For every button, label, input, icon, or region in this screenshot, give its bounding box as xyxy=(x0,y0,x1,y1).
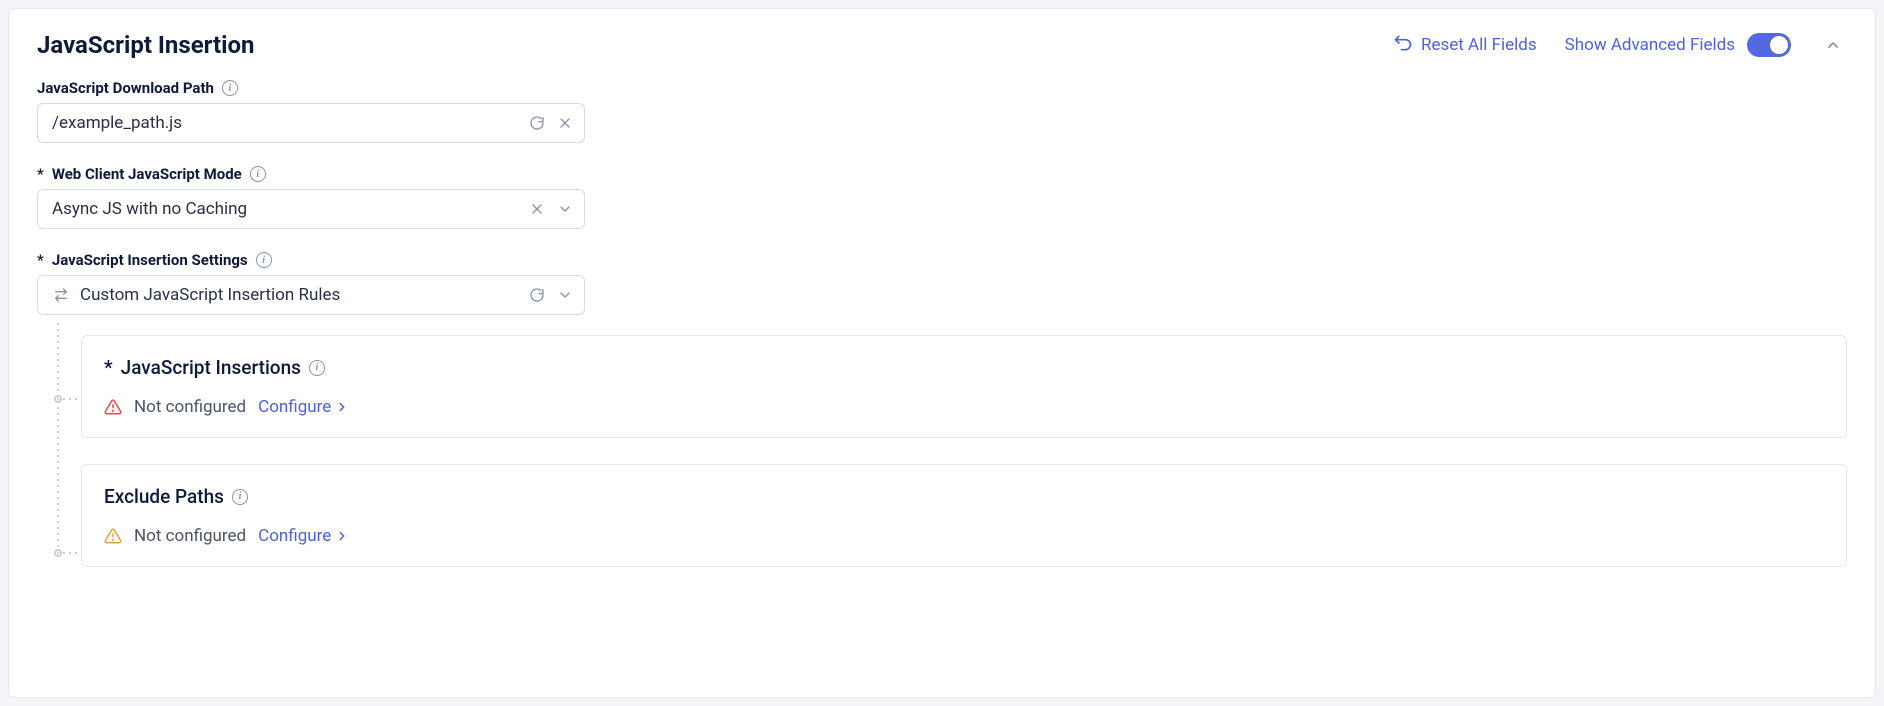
download-path-input[interactable]: /example_path.js xyxy=(37,103,585,143)
refresh-icon[interactable] xyxy=(528,114,546,132)
info-icon[interactable]: i xyxy=(222,80,238,96)
js-mode-select[interactable]: Async JS with no Caching xyxy=(37,189,585,229)
settings-tree: * JavaScript Insertions i Not configured… xyxy=(37,335,1847,567)
js-insertion-panel: JavaScript Insertion Reset All Fields Sh… xyxy=(8,8,1876,698)
card-title-row: * JavaScript Insertions i xyxy=(104,356,1824,379)
info-icon[interactable]: i xyxy=(309,360,325,376)
reset-label: Reset All Fields xyxy=(1421,35,1537,55)
refresh-icon[interactable] xyxy=(528,286,546,304)
advanced-fields-toggle[interactable] xyxy=(1747,33,1791,57)
field-insertion-settings: * JavaScript Insertion Settings i Custom… xyxy=(37,251,585,315)
field-label: Web Client JavaScript Mode xyxy=(52,165,242,183)
status-row: Not configured Configure xyxy=(104,526,1824,546)
field-label: JavaScript Download Path xyxy=(37,79,214,97)
insertion-settings-select[interactable]: Custom JavaScript Insertion Rules xyxy=(37,275,585,315)
chevron-down-icon[interactable] xyxy=(556,286,574,304)
field-label: JavaScript Insertion Settings xyxy=(52,251,248,269)
field-js-mode: * Web Client JavaScript Mode i Async JS … xyxy=(37,165,585,229)
header-actions: Reset All Fields Show Advanced Fields xyxy=(1393,31,1847,59)
form-column: JavaScript Download Path i /example_path… xyxy=(37,79,585,315)
required-marker: * xyxy=(37,251,44,269)
required-marker: * xyxy=(37,165,44,183)
configure-exclude-link[interactable]: Configure xyxy=(258,526,349,546)
card-title: JavaScript Insertions xyxy=(121,356,301,379)
tree-branch xyxy=(57,398,81,400)
status-text: Not configured xyxy=(134,526,246,546)
input-icons xyxy=(528,200,574,218)
chevron-up-icon xyxy=(1825,37,1841,53)
card-title: Exclude Paths xyxy=(104,485,224,508)
alert-triangle-icon xyxy=(104,398,122,416)
info-icon[interactable]: i xyxy=(250,166,266,182)
collapse-panel-button[interactable] xyxy=(1819,31,1847,59)
panel-header: JavaScript Insertion Reset All Fields Sh… xyxy=(37,31,1847,59)
field-label-row: JavaScript Download Path i xyxy=(37,79,585,97)
toggle-knob xyxy=(1770,36,1788,54)
card-js-insertions: * JavaScript Insertions i Not configured… xyxy=(81,335,1847,438)
status-text: Not configured xyxy=(134,397,246,417)
input-value: /example_path.js xyxy=(52,113,528,133)
chevron-right-icon xyxy=(335,529,349,543)
configure-label: Configure xyxy=(258,526,331,546)
clear-icon[interactable] xyxy=(528,200,546,218)
info-icon[interactable]: i xyxy=(232,489,248,505)
field-download-path: JavaScript Download Path i /example_path… xyxy=(37,79,585,143)
field-label-row: * Web Client JavaScript Mode i xyxy=(37,165,585,183)
chevron-right-icon xyxy=(335,400,349,414)
reset-all-fields-button[interactable]: Reset All Fields xyxy=(1393,33,1537,58)
tree-line xyxy=(57,323,59,553)
field-label-row: * JavaScript Insertion Settings i xyxy=(37,251,585,269)
configure-insertions-link[interactable]: Configure xyxy=(258,397,349,417)
select-value: Async JS with no Caching xyxy=(52,199,528,219)
select-value: Custom JavaScript Insertion Rules xyxy=(80,285,528,305)
show-advanced-fields-control: Show Advanced Fields xyxy=(1565,33,1791,57)
alert-triangle-icon xyxy=(104,527,122,545)
rules-icon xyxy=(52,286,70,304)
required-marker: * xyxy=(104,356,113,379)
clear-icon[interactable] xyxy=(556,114,574,132)
panel-title: JavaScript Insertion xyxy=(37,31,255,59)
chevron-down-icon[interactable] xyxy=(556,200,574,218)
undo-icon xyxy=(1393,33,1413,58)
status-row: Not configured Configure xyxy=(104,397,1824,417)
tree-branch xyxy=(57,552,81,554)
input-icons xyxy=(528,286,574,304)
advanced-label: Show Advanced Fields xyxy=(1565,35,1735,55)
info-icon[interactable]: i xyxy=(256,252,272,268)
configure-label: Configure xyxy=(258,397,331,417)
input-icons xyxy=(528,114,574,132)
card-title-row: Exclude Paths i xyxy=(104,485,1824,508)
card-exclude-paths: Exclude Paths i Not configured Configure xyxy=(81,464,1847,567)
